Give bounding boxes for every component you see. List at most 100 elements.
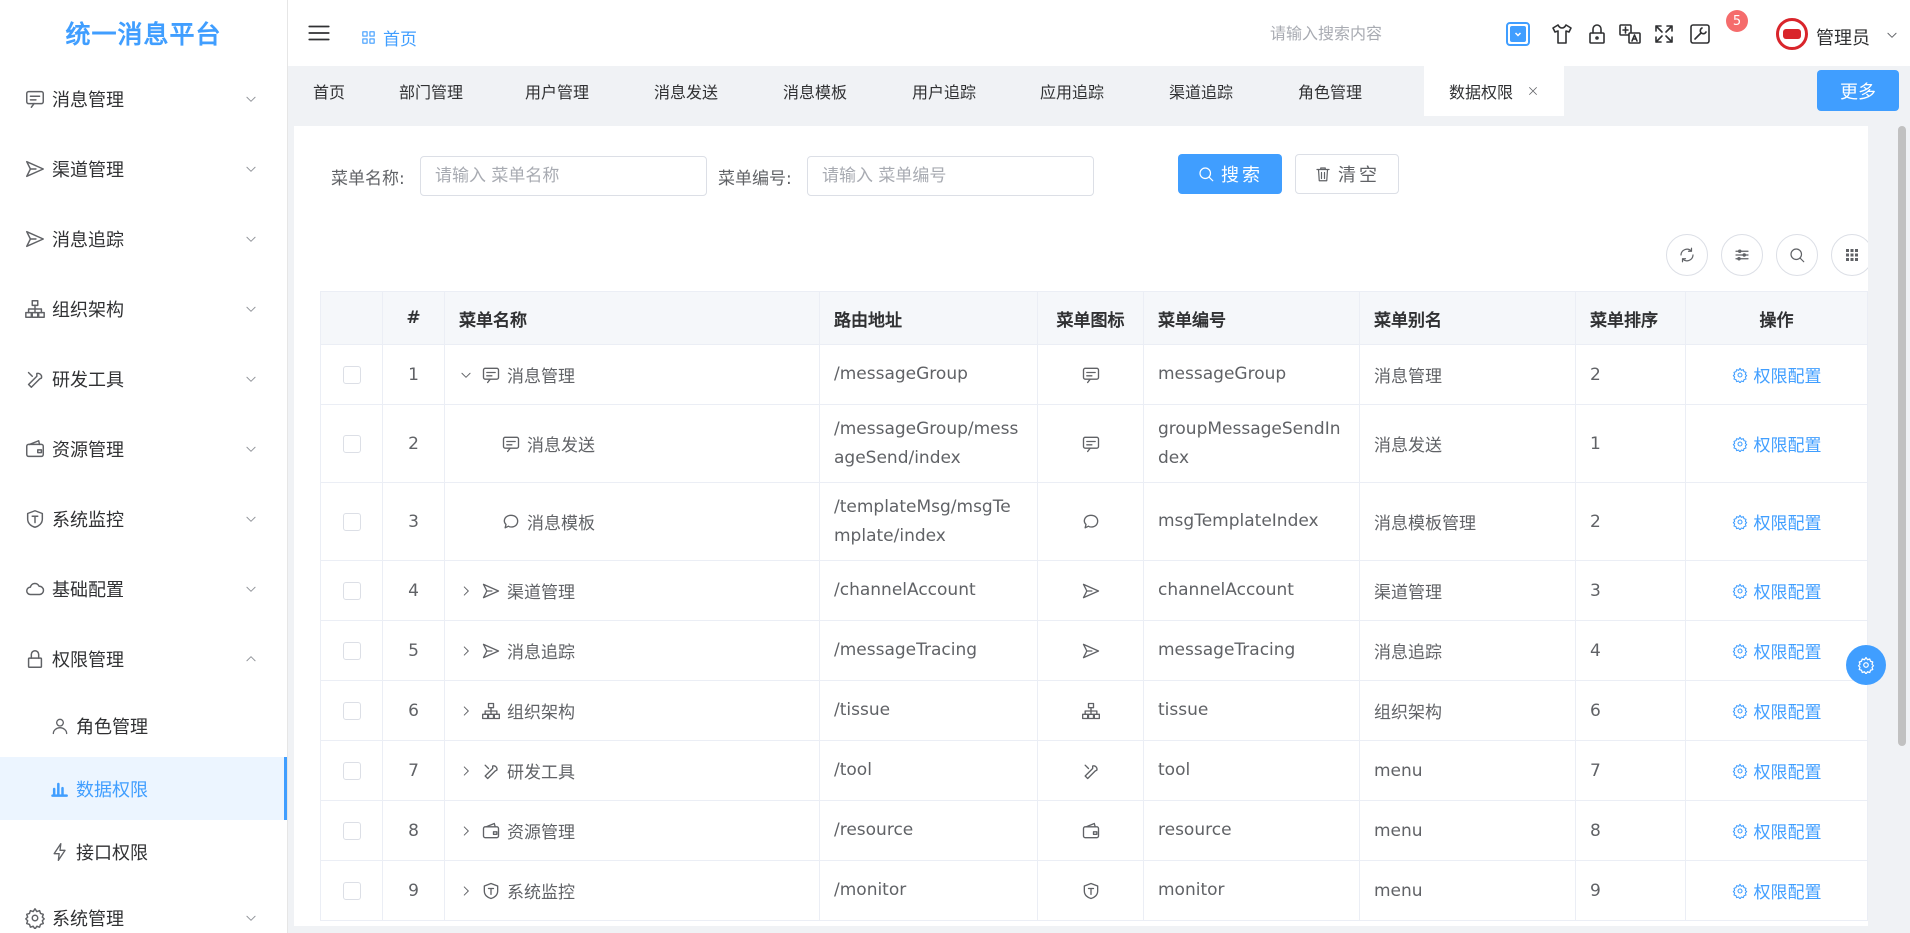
sidebar-item-6[interactable]: 系统监控 [0, 484, 287, 554]
tab-label: 用户管理 [524, 83, 589, 102]
sidebar-item-system[interactable]: 系统管理 [0, 883, 287, 933]
route-cell: /tool [820, 741, 1038, 800]
chevron-right-icon[interactable] [459, 644, 473, 658]
table-row[interactable]: 6 组织架构/tissue tissue 组织架构 6 权限配置 [321, 681, 1868, 741]
row-checkbox[interactable] [342, 821, 361, 840]
search-button[interactable]: 搜索 [1178, 154, 1282, 194]
table-row[interactable]: 7 研发工具/tool tool menu 7 权限配置 [321, 741, 1868, 801]
chevron-right-icon[interactable] [459, 764, 473, 778]
sidebar-item-2[interactable]: 消息追踪 [0, 204, 287, 274]
tab-label: 渠道追踪 [1168, 83, 1233, 102]
table-row[interactable]: 3 消息模板/templateMsg/msgTemplate/index msgTe… [321, 483, 1868, 561]
permission-config-link[interactable]: 权限配置 [1732, 758, 1822, 783]
grid-view-button[interactable] [1831, 234, 1868, 276]
settings-float-button[interactable] [1846, 645, 1886, 685]
sidebar-subitem-0[interactable]: 角色管理 [0, 694, 287, 757]
permission-config-link[interactable]: 权限配置 [1732, 698, 1822, 723]
sidebar-subitem-2[interactable]: 接口权限 [0, 820, 287, 883]
chevron-right-icon[interactable] [459, 584, 473, 598]
sidebar-item-8[interactable]: 权限管理 [0, 624, 287, 694]
tshirt-theme-icon[interactable] [1550, 22, 1574, 46]
permission-config-link[interactable]: 权限配置 [1732, 878, 1822, 903]
refresh-button[interactable] [1666, 234, 1708, 276]
message-icon [1082, 367, 1099, 383]
route-cell: /messageTracing [820, 621, 1038, 680]
permission-config-link[interactable]: 权限配置 [1732, 362, 1822, 387]
wallet-icon [26, 440, 44, 458]
sidebar-item-0[interactable]: 消息管理 [0, 64, 287, 134]
table-row[interactable]: 5 消息追踪/messageTracing messageTracing 消息追踪 4 权… [321, 621, 1868, 681]
menu-code-input[interactable] [807, 156, 1094, 196]
column-header: # [383, 292, 445, 344]
sidebar-item-5[interactable]: 资源管理 [0, 414, 287, 484]
tab-8[interactable]: 角色管理 [1266, 66, 1394, 116]
menu-alias: menu [1360, 741, 1576, 800]
row-checkbox[interactable] [342, 881, 361, 900]
close-icon[interactable] [1527, 85, 1539, 97]
content-card: 菜单名称: 菜单编号: 搜索 清空 #菜单名称路由地址菜单图标菜单编号菜单别名菜… [294, 126, 1868, 926]
username[interactable]: 管理员 [1816, 24, 1870, 50]
sidebar-item-label: 组织架构 [52, 300, 124, 321]
row-checkbox[interactable] [342, 761, 361, 780]
row-index: 2 [383, 405, 445, 482]
page-scrollbar[interactable] [1898, 126, 1906, 746]
breadcrumb-home[interactable]: 首页 [360, 25, 417, 50]
row-checkbox-cell [321, 483, 383, 560]
table-row[interactable]: 4 渠道管理/channelAccount channelAccount 渠道管理 3 权… [321, 561, 1868, 621]
row-checkbox[interactable] [342, 434, 361, 453]
language-icon[interactable] [1618, 22, 1642, 46]
chevron-right-icon[interactable] [459, 884, 473, 898]
chevron-down-icon[interactable] [1885, 28, 1899, 42]
route-cell: /templateMsg/msgTemplate/index [820, 483, 1038, 560]
tab-3[interactable]: 消息发送 [622, 66, 750, 116]
sidebar-item-4[interactable]: 研发工具 [0, 344, 287, 414]
row-checkbox[interactable] [342, 581, 361, 600]
permission-config-link[interactable]: 权限配置 [1732, 509, 1822, 534]
sidebar-item-1[interactable]: 渠道管理 [0, 134, 287, 204]
permission-config-link[interactable]: 权限配置 [1732, 638, 1822, 663]
tab-2[interactable]: 用户管理 [492, 66, 622, 116]
menu-name-input[interactable] [420, 156, 707, 196]
row-checkbox[interactable] [342, 701, 361, 720]
tab-6[interactable]: 应用追踪 [1008, 66, 1136, 116]
chevron-right-icon[interactable] [459, 704, 473, 718]
more-tabs-button[interactable]: 更多 [1817, 70, 1899, 111]
table-row[interactable]: 1 消息管理/messageGroup messageGroup 消息管理 2 权限配置 [321, 345, 1868, 405]
permission-config-label: 权限配置 [1753, 763, 1822, 783]
tab-7[interactable]: 渠道追踪 [1136, 66, 1266, 116]
row-checkbox[interactable] [342, 512, 361, 531]
row-checkbox[interactable] [342, 641, 361, 660]
sidebar-subitem-1[interactable]: 数据权限 [0, 757, 287, 820]
tab-0[interactable]: 首页 [288, 66, 370, 116]
table-row[interactable]: 8 资源管理/resource resource menu 8 权限配置 [321, 801, 1868, 861]
sidebar-item-7[interactable]: 基础配置 [0, 554, 287, 624]
theme-check-icon[interactable] [1506, 22, 1530, 46]
hamburger-menu-icon[interactable] [306, 20, 332, 46]
table-row[interactable]: 9 系统监控/monitor monitor menu 9 权限配置 [321, 861, 1868, 921]
tab-1[interactable]: 部门管理 [370, 66, 492, 116]
permission-config-link[interactable]: 权限配置 [1732, 431, 1822, 456]
action-cell: 权限配置 [1686, 561, 1868, 620]
lock-screen-icon[interactable] [1585, 22, 1609, 46]
toggle-search-button[interactable] [1776, 234, 1818, 276]
header-search-input[interactable] [1270, 24, 1470, 43]
menu-icon-cell [1038, 861, 1144, 920]
row-checkbox[interactable] [342, 365, 361, 384]
table-row[interactable]: 2 消息发送/messageGroup/messageSend/index grou… [321, 405, 1868, 483]
permission-config-link[interactable]: 权限配置 [1732, 578, 1822, 603]
route-path: /monitor [834, 880, 907, 900]
tab-4[interactable]: 消息模板 [750, 66, 880, 116]
fullscreen-icon[interactable] [1652, 22, 1676, 46]
column-settings-button[interactable] [1721, 234, 1763, 276]
sidebar-item-label: 渠道管理 [52, 160, 124, 181]
tab-9[interactable]: 数据权限 [1424, 66, 1564, 116]
notification-tools-icon[interactable] [1688, 22, 1712, 46]
tab-5[interactable]: 用户追踪 [880, 66, 1008, 116]
clear-button[interactable]: 清空 [1295, 154, 1399, 194]
menu-alias: menu [1360, 801, 1576, 860]
chevron-down-icon[interactable] [459, 368, 473, 382]
chevron-right-icon[interactable] [459, 824, 473, 838]
avatar[interactable] [1776, 18, 1808, 50]
sidebar-item-3[interactable]: 组织架构 [0, 274, 287, 344]
permission-config-link[interactable]: 权限配置 [1732, 818, 1822, 843]
